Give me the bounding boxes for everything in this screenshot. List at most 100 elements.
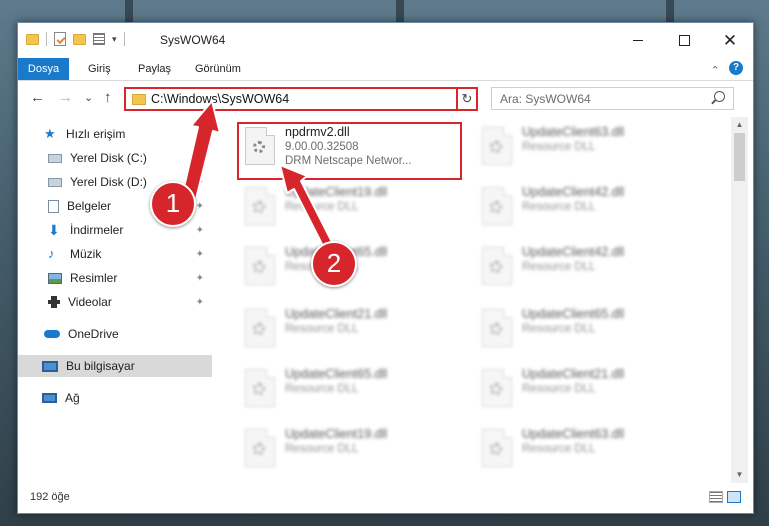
sidebar-item-music[interactable]: ♪ Müzik ✦ [18,243,212,265]
dll-file-icon [482,127,512,165]
sidebar-item-this-pc[interactable]: Bu bilgisayar [18,355,212,377]
file-name: UpdateClient19.dll [285,185,388,199]
ribbon-controls: ⌄ ? [711,61,743,75]
file-tile[interactable]: UpdateClient65.dll Resource DLL [476,303,701,357]
search-icon [714,91,725,102]
sidebar-item-network[interactable]: Ağ [18,387,212,409]
file-tile[interactable]: UpdateClient63.dll Resource DLL [476,121,701,175]
star-icon: ★ [44,126,56,141]
documents-icon [48,199,59,213]
dll-file-icon [482,369,512,407]
vertical-scrollbar[interactable]: ▲ ▼ [731,117,748,483]
address-bar[interactable]: C:\Windows\SysWOW64 ⌄ [124,87,476,111]
scroll-thumb[interactable] [734,133,745,181]
tab-view[interactable]: Görünüm [195,58,241,80]
properties-icon[interactable] [93,33,105,45]
sidebar-item-label: İndirmeler [70,223,124,237]
file-description: Resource DLL [522,141,596,153]
file-details: UpdateClient19.dll Resource DLL [285,427,387,455]
sidebar-item-label: Hızlı erişim [66,127,126,141]
up-icon[interactable]: ↑ [104,89,112,106]
refresh-button[interactable]: ↻ [456,87,478,111]
file-tile[interactable]: UpdateClient21.dll Resource DLL [476,363,701,417]
gear-icon [490,383,502,395]
sidebar-item-videos[interactable]: Videolar ✦ [18,291,212,313]
file-tile[interactable]: UpdateClient19.dll Resource DLL [239,423,464,477]
file-tile[interactable]: UpdateClient42.dll Resource DLL [476,181,701,235]
music-icon: ♪ [48,246,55,261]
cloud-icon [44,330,60,338]
file-description: Resource DLL [522,261,596,273]
view-toggle [709,491,741,503]
close-button[interactable]: ✕ [707,23,753,58]
pin-icon[interactable]: ✦ [196,273,204,284]
folder-icon [26,33,39,45]
dll-file-icon [482,187,512,225]
pin-icon[interactable]: ✦ [196,201,204,212]
recent-locations-icon[interactable]: ⌄ [84,91,93,104]
sidebar-item-label: Bu bilgisayar [66,359,135,373]
dll-file-icon [245,187,275,225]
gear-icon [490,201,502,213]
tiles-view-icon[interactable] [727,491,741,503]
file-name: UpdateClient63.dll [522,427,625,441]
sidebar-item-onedrive[interactable]: OneDrive [18,323,212,345]
item-count: 192 öğe [30,491,70,503]
sidebar-item-pictures[interactable]: Resimler ✦ [18,267,212,289]
pin-icon[interactable]: ✦ [196,177,204,188]
pictures-icon [48,272,62,284]
pin-icon[interactable]: ✦ [196,297,204,308]
file-details: UpdateClient21.dll Resource DLL [285,307,387,335]
customize-toolbar-icon[interactable]: ▾ [112,34,117,45]
dll-file-icon [245,369,275,407]
file-tile[interactable]: UpdateClient65.dll Resource DLL [239,363,464,417]
pin-icon[interactable]: ✦ [196,249,204,260]
file-details: UpdateClient63.dll Resource DLL [522,125,624,153]
search-input[interactable]: Ara: SysWOW64 [491,87,734,110]
file-tile[interactable]: UpdateClient42.dll Resource DLL [476,241,701,295]
file-name: UpdateClient65.dll [285,367,388,381]
details-view-icon[interactable] [709,491,723,503]
help-icon[interactable]: ? [729,61,743,75]
maximize-button[interactable] [661,23,707,58]
gear-icon [253,261,265,273]
file-name: UpdateClient42.dll [522,185,625,199]
pin-icon[interactable]: ✦ [196,225,204,236]
step-1-badge: 1 [150,181,196,227]
navigation-bar: ← → ⌄ ↑ C:\Windows\SysWOW64 ⌄ ↻ Ara: Sys… [18,81,753,115]
scroll-up-icon[interactable]: ▲ [731,117,748,133]
file-details: UpdateClient42.dll Resource DLL [522,185,624,213]
file-description: Resource DLL [285,383,359,395]
gear-icon [253,383,265,395]
file-details: UpdateClient65.dll Resource DLL [522,307,624,335]
sidebar-item-label: Yerel Disk (D:) [70,175,147,189]
sidebar-item-quick-access[interactable]: ★ Hızlı erişim [18,123,212,145]
file-tile[interactable]: UpdateClient63.dll Resource DLL [476,423,701,477]
pin-icon[interactable]: ✦ [196,153,204,164]
gear-icon [490,323,502,335]
sidebar-item-label: Belgeler [67,199,112,213]
back-icon[interactable]: ← [30,89,45,106]
tab-file[interactable]: Dosya [18,58,69,80]
minimize-button[interactable] [615,23,661,58]
file-description: Resource DLL [285,201,359,213]
collapse-ribbon-icon[interactable]: ⌄ [711,63,719,74]
sidebar-item-local-disk-c[interactable]: Yerel Disk (C:) ✦ [18,147,212,169]
toolbar-divider [46,32,47,46]
title-bar: ▾ SysWOW64 ✕ [18,23,753,58]
tab-home[interactable]: Giriş [88,58,111,80]
properties-checkmark-icon[interactable] [54,32,66,46]
gear-icon [253,443,265,455]
file-name: UpdateClient21.dll [522,367,625,381]
dll-file-icon [245,429,275,467]
gear-icon [490,443,502,455]
file-name: UpdateClient63.dll [522,125,625,139]
file-name: UpdateClient21.dll [285,307,388,321]
file-tile[interactable]: UpdateClient19.dll Resource DLL [239,181,464,235]
forward-icon[interactable]: → [58,89,73,106]
sidebar-item-label: Yerel Disk (C:) [70,151,147,165]
file-tile[interactable]: UpdateClient21.dll Resource DLL [239,303,464,357]
new-folder-icon[interactable] [73,33,86,45]
tab-share[interactable]: Paylaş [138,58,171,80]
scroll-down-icon[interactable]: ▼ [731,467,748,483]
